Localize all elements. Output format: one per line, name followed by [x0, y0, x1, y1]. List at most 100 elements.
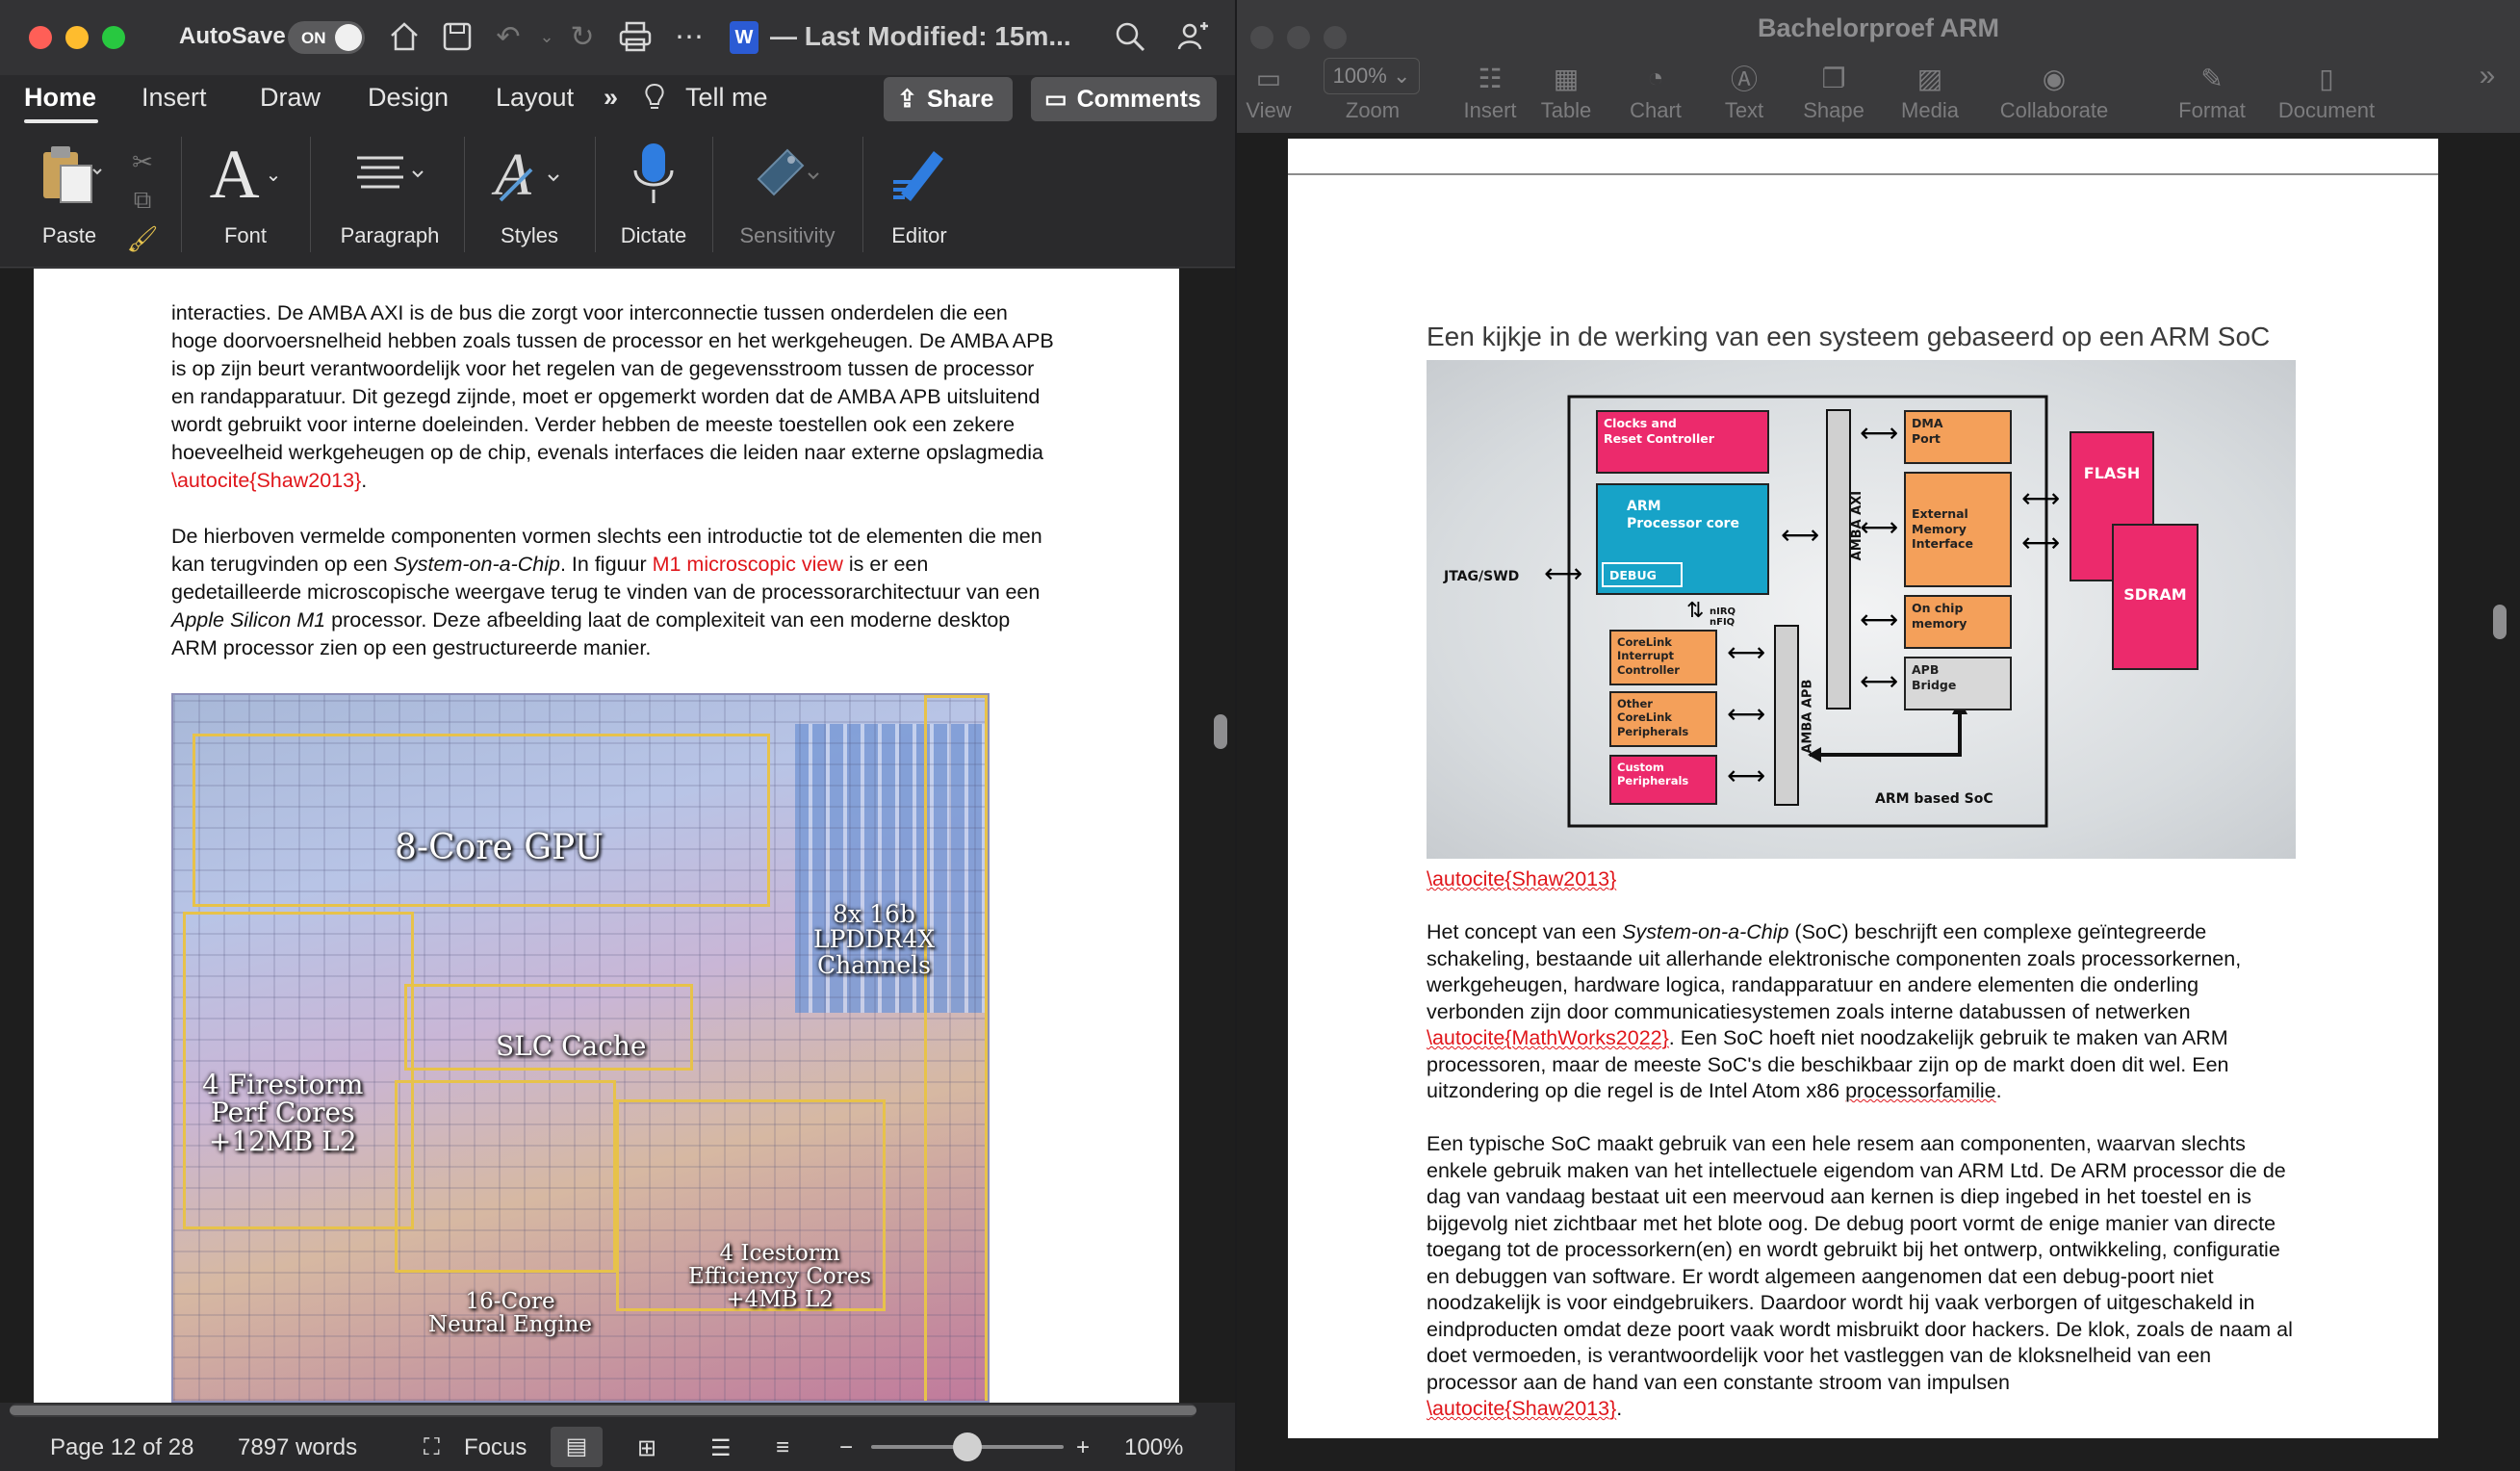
word-count[interactable]: 7897 words	[238, 1434, 357, 1461]
label-irq: nIRQ nFIQ	[1710, 606, 1736, 628]
format-painter-icon[interactable]: 🖌	[123, 219, 162, 258]
vertical-scrollbar-thumb[interactable]	[2493, 605, 2507, 639]
tab-design[interactable]: Design	[368, 83, 449, 113]
web-layout-icon[interactable]: ⊞	[637, 1434, 656, 1462]
die-label-lpddr: 8x 16b LPDDR4X Channels	[813, 900, 936, 979]
citation-shaw2013-caption[interactable]: \autocite{Shaw2013}	[1427, 867, 1616, 890]
toolbar-view-label: View	[1246, 98, 1292, 122]
ribbon-home: Paste ✂ ⧉ 🖌 A ⌄ Font Paragraph A Styles …	[0, 125, 1235, 268]
vertical-scrollbar-thumb[interactable]	[1214, 714, 1227, 749]
desktop: AutoSave ON ↶ ⌄ ↻ ⋯ W — Last Modified: 1…	[0, 0, 2520, 1471]
share-person-icon[interactable]	[1174, 17, 1213, 56]
cut-icon[interactable]: ✂	[123, 142, 162, 181]
paragraph-icon	[332, 135, 448, 214]
zoom-out-icon[interactable]: −	[839, 1434, 853, 1461]
styles-button[interactable]: A Styles	[481, 135, 578, 260]
toolbar-table-label: Table	[1540, 98, 1592, 122]
die-label-slc: SLC Cache	[496, 1030, 647, 1062]
paragraph-button[interactable]: Paragraph	[332, 135, 448, 260]
more-icon[interactable]: ⋯	[670, 17, 708, 56]
toolbar-table[interactable]: ▦ Table	[1530, 58, 1602, 123]
tab-insert[interactable]: Insert	[141, 83, 207, 113]
arm-soc-diagram[interactable]: Clocks and Reset Controller ARM Processo…	[1427, 360, 2296, 859]
toolbar-document[interactable]: ▯ Document	[2267, 58, 2386, 123]
toolbar-collaborate[interactable]: ◉ Collaborate	[1982, 58, 2126, 123]
copy-icon[interactable]: ⧉	[123, 181, 162, 219]
draft-icon[interactable]: ≡	[776, 1434, 789, 1461]
zoom-slider[interactable]	[871, 1432, 1064, 1461]
paste-label: Paste	[41, 223, 97, 247]
tab-layout[interactable]: Layout	[496, 83, 574, 113]
toolbar-zoom-label: Zoom	[1329, 98, 1416, 123]
font-button[interactable]: A ⌄ Font	[202, 135, 289, 260]
search-icon[interactable]	[1111, 17, 1149, 56]
print-layout-icon[interactable]: ▤	[551, 1427, 603, 1467]
block-corelink-interrupt: CoreLink Interrupt Controller	[1609, 630, 1717, 685]
editor-label: Editor	[891, 223, 947, 247]
divider	[181, 137, 182, 252]
microphone-icon	[611, 135, 696, 214]
sensitivity-button[interactable]: Sensitivity	[730, 135, 845, 260]
document-page[interactable]: interacties. De AMBA AXI is de bus die z…	[34, 269, 1179, 1403]
dictate-button[interactable]: Dictate	[611, 135, 696, 260]
zoom-level[interactable]: 100%	[1124, 1434, 1183, 1461]
home-icon[interactable]	[385, 17, 424, 56]
undo-icon[interactable]: ↶	[489, 17, 527, 56]
more-tabs-chevron-icon[interactable]: »	[604, 83, 618, 113]
block-other-corelink: Other CoreLink Peripherals	[1609, 691, 1717, 747]
share-button[interactable]: ⇪ Share	[884, 77, 1013, 121]
citation-shaw2013[interactable]: \autocite{Shaw2013}	[171, 469, 361, 492]
close-window-button[interactable]	[29, 26, 52, 49]
block-onchip-memory: On chip memory	[1904, 595, 2012, 649]
zoom-select[interactable]: 100% ⌄	[1324, 58, 1420, 94]
print-icon[interactable]	[616, 17, 655, 56]
citation-mathworks2022[interactable]: \autocite{MathWorks2022}	[1427, 1026, 1669, 1049]
undo-dropdown-icon[interactable]: ⌄	[527, 17, 566, 56]
zoom-window-button[interactable]	[102, 26, 125, 49]
editor-button[interactable]: Editor	[876, 135, 963, 260]
autosave-toggle[interactable]: ON	[288, 21, 365, 54]
text-run: . In figuur	[559, 553, 653, 576]
toolbar-format[interactable]: ✎ Format	[2169, 58, 2255, 123]
tab-draw[interactable]: Draw	[260, 83, 321, 113]
arrow-other: ⟷	[1727, 698, 1766, 730]
pages-document-page[interactable]: Een kijkje in de werking van een systeem…	[1288, 139, 2438, 1438]
toolbar-chart[interactable]: ◔ Chart	[1620, 58, 1691, 123]
comments-button[interactable]: ▭ Comments	[1031, 77, 1217, 121]
redo-icon[interactable]: ↻	[563, 17, 602, 56]
toolbar-view[interactable]: ▭ View	[1237, 58, 1300, 123]
figure-reference[interactable]: M1 microscopic view	[653, 553, 843, 576]
toolbar-media[interactable]: ▨ Media	[1891, 58, 1968, 123]
paste-button[interactable]: Paste	[23, 135, 116, 260]
tell-me-search[interactable]: Tell me	[685, 83, 768, 113]
save-icon[interactable]	[438, 17, 476, 56]
misspelled-word[interactable]: processorfamilie	[1845, 1079, 1996, 1102]
page-count[interactable]: Page 12 of 28	[50, 1434, 193, 1461]
pages-body-text: Het concept van een System-on-a-Chip (So…	[1427, 919, 2293, 1438]
tab-home[interactable]: Home	[24, 83, 96, 113]
toolbar-insert[interactable]: ☷ Insert	[1447, 58, 1533, 123]
horizontal-scrollbar[interactable]	[10, 1404, 1196, 1417]
sidebar-icon: ▭	[1255, 63, 1282, 93]
block-sdram: SDRAM	[2112, 524, 2199, 670]
minimize-window-button[interactable]	[65, 26, 89, 49]
arrow-irq: ⇅	[1686, 599, 1705, 623]
toolbar-media-label: Media	[1901, 98, 1959, 122]
word-window: AutoSave ON ↶ ⌄ ↻ ⋯ W — Last Modified: 1…	[0, 0, 1235, 1471]
zoom-slider-knob[interactable]	[953, 1432, 982, 1461]
toolbar-shape[interactable]: ❐ Shape	[1795, 58, 1872, 123]
toolbar-text[interactable]: Ⓐ Text	[1712, 58, 1776, 123]
text-run: Het concept van een	[1427, 920, 1623, 943]
outline-icon[interactable]: ☰	[710, 1434, 732, 1462]
citation-shaw2013-body[interactable]: \autocite{Shaw2013}	[1427, 1397, 1616, 1420]
paragraph-m1: De hierboven vermelde componenten vormen…	[171, 523, 1057, 662]
block-clocks: Clocks and Reset Controller	[1596, 410, 1769, 474]
horizontal-scrollbar-thumb[interactable]	[10, 1406, 1196, 1415]
document-title[interactable]: — Last Modified: 15m...	[770, 21, 1071, 52]
focus-label[interactable]: Focus	[464, 1434, 527, 1461]
focus-icon[interactable]: ⛶	[424, 1434, 440, 1461]
toolbar-overflow-chevron-icon[interactable]: »	[2473, 60, 2502, 92]
zoom-in-icon[interactable]: +	[1076, 1434, 1090, 1461]
m1-die-image[interactable]: 8-Core GPU 8x 16b LPDDR4X Channels SLC C…	[171, 693, 990, 1403]
toolbar-zoom-text: Zoom	[1345, 98, 1401, 122]
